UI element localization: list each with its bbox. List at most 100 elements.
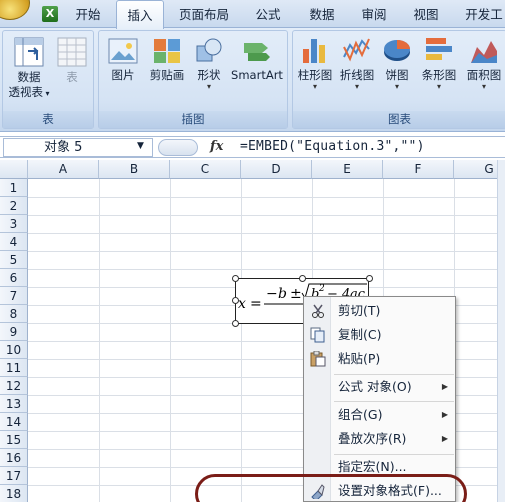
- vertical-scrollbar[interactable]: [497, 160, 505, 502]
- menu-item-group[interactable]: 组合(G) ▶: [304, 403, 456, 427]
- smartart-button[interactable]: SmartArt: [229, 33, 285, 83]
- picture-button[interactable]: 图片: [105, 33, 141, 83]
- tab-home[interactable]: 开始: [64, 0, 112, 28]
- row-header[interactable]: 8: [0, 305, 28, 323]
- submenu-arrow-icon: ▶: [441, 382, 448, 391]
- menu-item-equation-object[interactable]: 公式 对象(O) ▶: [304, 375, 456, 399]
- row-header[interactable]: 5: [0, 251, 28, 269]
- clipart-button[interactable]: 剪贴画: [145, 33, 189, 83]
- row-header[interactable]: 13: [0, 395, 28, 413]
- column-chart-label: 柱形图: [297, 68, 333, 82]
- area-chart-button[interactable]: 面积图 ▾: [463, 33, 505, 91]
- row-header[interactable]: 14: [0, 413, 28, 431]
- column-header-b[interactable]: B: [99, 160, 170, 179]
- bar-chart-icon: [424, 35, 454, 65]
- pivot-table-button[interactable]: 数据 透视表 ▾: [7, 33, 51, 101]
- insert-function-icon[interactable]: fx: [210, 137, 223, 157]
- resize-handle[interactable]: [232, 275, 239, 282]
- row-header[interactable]: 11: [0, 359, 28, 377]
- row-header[interactable]: 4: [0, 233, 28, 251]
- tab-review[interactable]: 审阅: [350, 0, 398, 28]
- resize-handle[interactable]: [232, 297, 239, 304]
- svg-text:b: b: [278, 286, 287, 302]
- chevron-down-icon[interactable]: ▼: [137, 137, 144, 155]
- bar-chart-label: 条形图: [421, 68, 457, 82]
- row-header[interactable]: 16: [0, 449, 28, 467]
- menu-item-copy[interactable]: 复制(C): [304, 323, 456, 347]
- office-button[interactable]: [0, 0, 30, 20]
- gridline: [28, 269, 505, 270]
- scissors-icon: [310, 303, 326, 319]
- row-header[interactable]: 10: [0, 341, 28, 359]
- formula-input[interactable]: =EMBED("Equation.3",""): [240, 137, 425, 157]
- pivot-table-icon: [14, 37, 44, 67]
- select-all-corner[interactable]: [0, 160, 28, 179]
- tab-insert[interactable]: 插入: [116, 0, 164, 29]
- row-header[interactable]: 15: [0, 431, 28, 449]
- resize-handle[interactable]: [366, 275, 373, 282]
- submenu-arrow-icon: ▶: [441, 434, 448, 443]
- clipart-label: 剪贴画: [149, 68, 185, 82]
- pie-chart-label: 饼图: [385, 68, 409, 82]
- row-header[interactable]: 12: [0, 377, 28, 395]
- illustrations-group-label: 插图: [99, 111, 287, 128]
- menu-item-label: 叠放次序(R): [338, 431, 407, 446]
- column-header-d[interactable]: D: [241, 160, 312, 179]
- pie-chart-button[interactable]: 饼图 ▾: [379, 33, 415, 91]
- tab-formulas[interactable]: 公式: [244, 0, 292, 28]
- column-header-a[interactable]: A: [28, 160, 99, 179]
- svg-text:−: −: [266, 286, 278, 302]
- svg-text:=: =: [250, 296, 262, 312]
- tab-developer[interactable]: 开发工: [456, 0, 505, 28]
- menu-item-cut[interactable]: 剪切(T): [304, 299, 456, 323]
- column-header-e[interactable]: E: [312, 160, 383, 179]
- pivot-label-2: 透视表: [8, 85, 43, 99]
- menu-item-label: 指定宏(N)...: [338, 459, 407, 474]
- submenu-arrow-icon: ▶: [441, 410, 448, 419]
- formula-bar-expand-control[interactable]: [158, 139, 198, 156]
- column-header-c[interactable]: C: [170, 160, 241, 179]
- row-header[interactable]: 2: [0, 197, 28, 215]
- smartart-icon: [242, 37, 272, 65]
- table-label: 表: [66, 70, 78, 84]
- gridline: [28, 233, 505, 234]
- menu-item-paste[interactable]: 粘贴(P): [304, 347, 456, 371]
- ribbon-tab-bar: X 开始 插入 页面布局 公式 数据 审阅 视图 开发工: [0, 0, 505, 29]
- row-header[interactable]: 18: [0, 485, 28, 502]
- menu-item-label: 粘贴(P): [338, 351, 381, 366]
- tab-page-layout[interactable]: 页面布局: [168, 0, 240, 28]
- line-chart-icon: [342, 35, 372, 65]
- ribbon: 数据 透视表 ▾ 表 表 图片 剪贴画 形状 ▾ SmartArt 插图 柱形图…: [0, 28, 505, 132]
- column-header-f[interactable]: F: [383, 160, 454, 179]
- name-box[interactable]: 对象 5: [3, 138, 153, 157]
- menu-item-order[interactable]: 叠放次序(R) ▶: [304, 427, 456, 451]
- table-button[interactable]: 表: [53, 33, 91, 85]
- row-header[interactable]: 6: [0, 269, 28, 287]
- row-header[interactable]: 9: [0, 323, 28, 341]
- resize-handle[interactable]: [232, 320, 239, 327]
- area-chart-icon: [469, 35, 499, 65]
- context-menu: 剪切(T) 复制(C) 粘贴(P) 公式 对象(O) ▶ 组合(G) ▶ 叠放次…: [303, 296, 456, 502]
- tab-data[interactable]: 数据: [298, 0, 346, 28]
- shapes-icon: [194, 37, 224, 65]
- row-header[interactable]: 3: [0, 215, 28, 233]
- row-header[interactable]: 7: [0, 287, 28, 305]
- gridline: [28, 251, 505, 252]
- ribbon-group-tables: 数据 透视表 ▾ 表 表: [2, 30, 94, 129]
- shapes-button[interactable]: 形状 ▾: [191, 33, 227, 91]
- column-chart-button[interactable]: 柱形图 ▾: [295, 33, 335, 91]
- menu-item-label: 公式 对象(O): [338, 379, 412, 394]
- picture-label: 图片: [111, 68, 135, 82]
- resize-handle[interactable]: [299, 275, 306, 282]
- area-chart-label: 面积图: [466, 68, 502, 82]
- annotation-highlight-oval: [195, 474, 467, 502]
- menu-separator: [334, 401, 454, 402]
- row-header[interactable]: 17: [0, 467, 28, 485]
- row-header[interactable]: 1: [0, 179, 28, 197]
- excel-icon: X: [42, 6, 58, 22]
- svg-text:x: x: [238, 296, 246, 312]
- tab-view[interactable]: 视图: [402, 0, 450, 28]
- menu-item-label: 组合(G): [338, 407, 383, 422]
- bar-chart-button[interactable]: 条形图 ▾: [417, 33, 461, 91]
- line-chart-button[interactable]: 折线图 ▾: [337, 33, 377, 91]
